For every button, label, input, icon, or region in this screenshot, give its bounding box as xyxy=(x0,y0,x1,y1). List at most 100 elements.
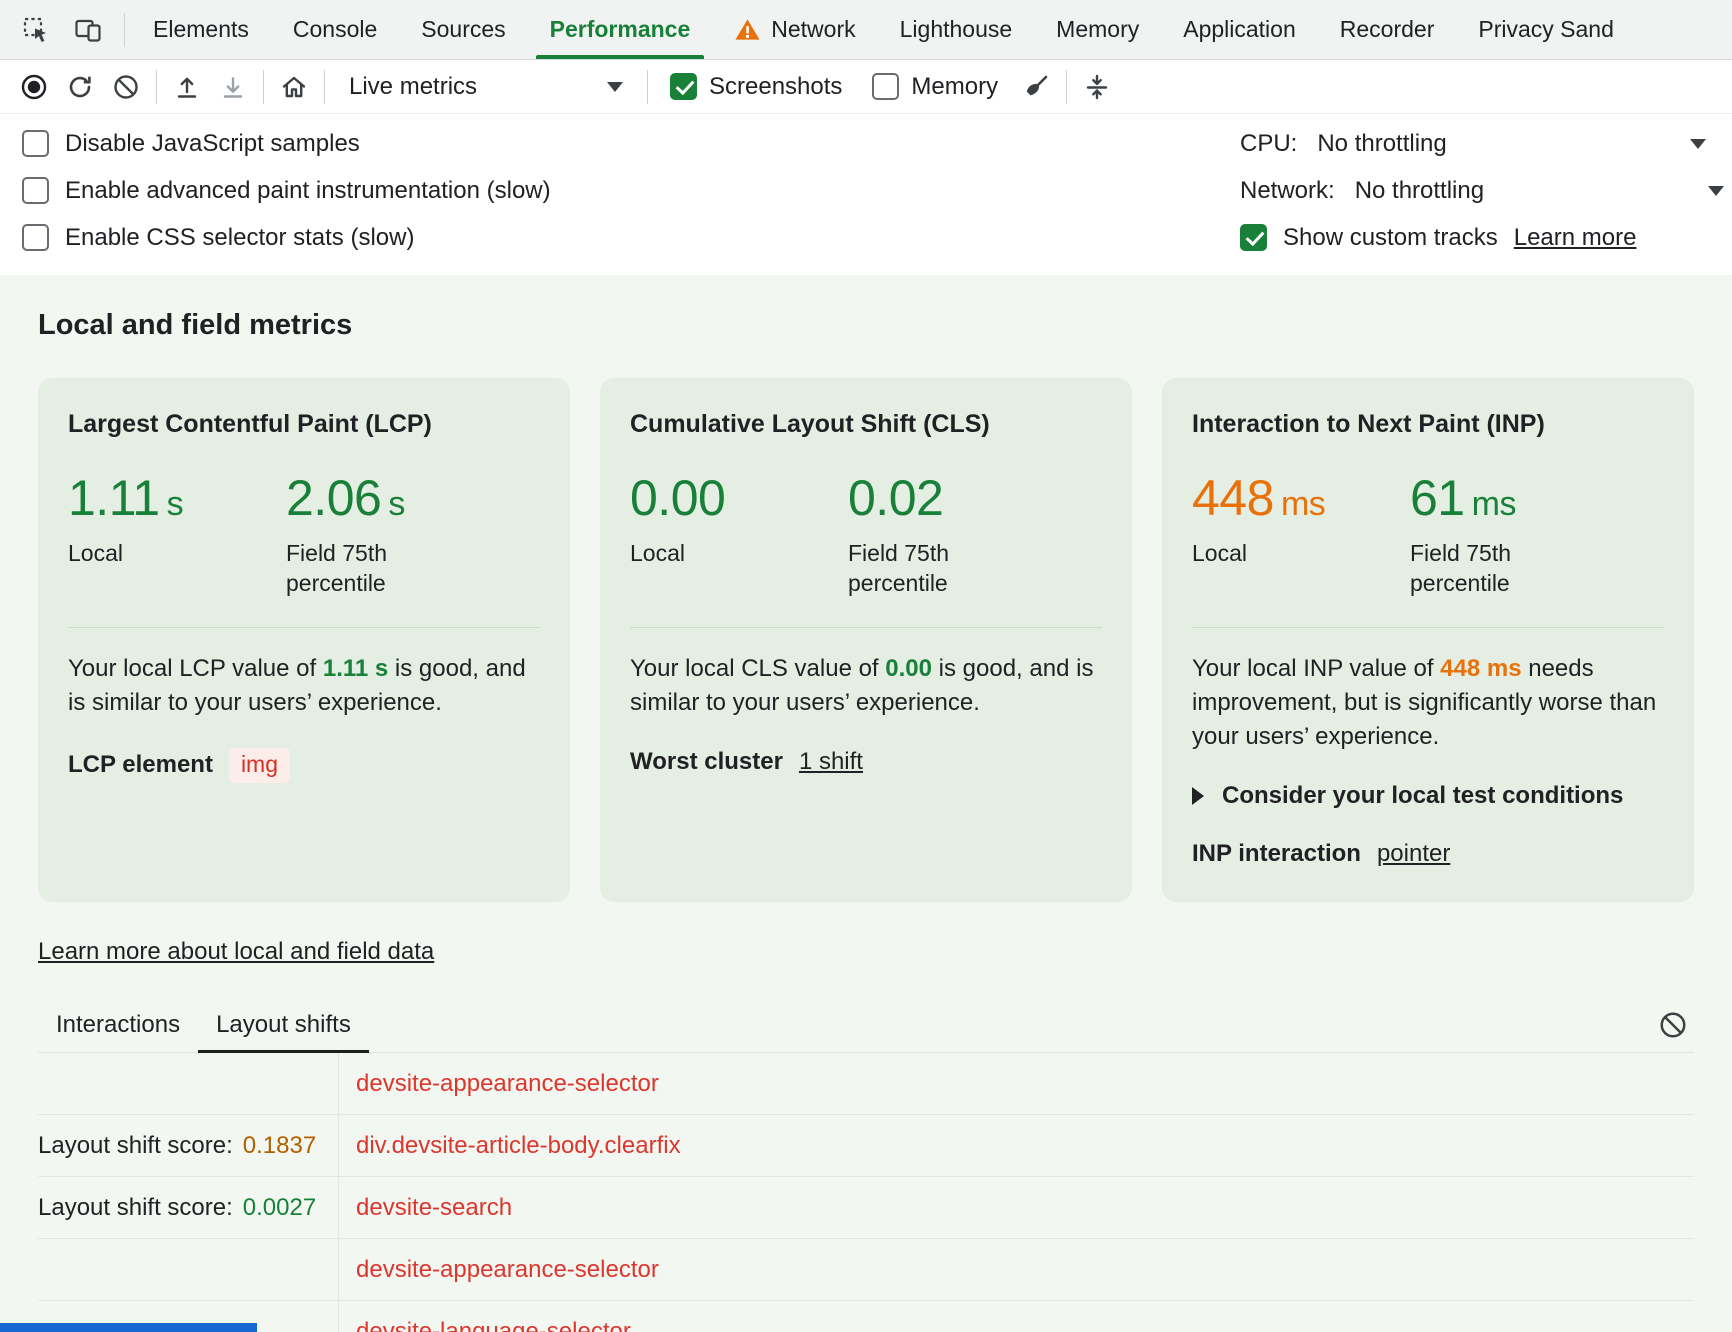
screenshots-label: Screenshots xyxy=(709,73,842,101)
shift-element-link[interactable]: devsite-language-selector xyxy=(356,1318,631,1332)
devtools-tab-bar: Elements Console Sources Performance Net… xyxy=(0,0,1732,60)
tab-label: Performance xyxy=(550,16,691,43)
tab-memory[interactable]: Memory xyxy=(1034,0,1161,59)
inp-local-column: 448ms Local xyxy=(1192,469,1410,599)
tab-lighthouse[interactable]: Lighthouse xyxy=(878,0,1035,59)
collect-garbage-button[interactable] xyxy=(1075,65,1119,109)
inp-card: Interaction to Next Paint (INP) 448ms Lo… xyxy=(1162,378,1694,902)
clear-cache-button[interactable] xyxy=(1014,65,1058,109)
layout-shift-row: devsite-appearance-selector xyxy=(38,1239,1694,1301)
inp-local-label: Local xyxy=(1192,539,1342,569)
disable-js-samples-checkbox[interactable]: Disable JavaScript samples xyxy=(22,120,1240,167)
lcp-local-label: Local xyxy=(68,539,218,569)
tab-performance[interactable]: Performance xyxy=(528,0,713,59)
tab-interactions[interactable]: Interactions xyxy=(38,998,198,1052)
tab-label: Application xyxy=(1183,16,1296,43)
inp-card-title: Interaction to Next Paint (INP) xyxy=(1192,410,1664,439)
checkbox-unchecked-icon xyxy=(22,130,49,157)
load-profile-button[interactable] xyxy=(165,65,209,109)
local-test-conditions-disclosure[interactable]: Consider your local test conditions xyxy=(1192,782,1664,810)
clear-log-button[interactable] xyxy=(1658,1010,1688,1040)
upload-icon xyxy=(173,73,201,101)
inp-field-label: Field 75th percentile xyxy=(1410,539,1560,599)
lcp-local-value: 1.11s xyxy=(68,469,286,527)
worst-cluster-label: Worst cluster xyxy=(630,748,783,776)
show-custom-tracks-row: Show custom tracks Learn more xyxy=(1240,214,1706,261)
memory-checkbox[interactable]: Memory xyxy=(858,73,1012,101)
history-select[interactable]: Live metrics xyxy=(333,65,639,109)
layout-shift-row: devsite-appearance-selector xyxy=(38,1053,1694,1115)
screenshots-checkbox[interactable]: Screenshots xyxy=(656,73,856,101)
advanced-paint-checkbox[interactable]: Enable advanced paint instrumentation (s… xyxy=(22,167,1240,214)
tab-label: Interactions xyxy=(56,1011,180,1038)
record-and-reload-button[interactable] xyxy=(58,65,102,109)
cpu-label: CPU: xyxy=(1240,130,1297,158)
lcp-element-label: LCP element xyxy=(68,751,213,779)
inp-local-value: 448ms xyxy=(1192,469,1410,527)
shift-element-link[interactable]: devsite-search xyxy=(356,1194,512,1222)
tab-console[interactable]: Console xyxy=(271,0,399,59)
css-selector-stats-checkbox[interactable]: Enable CSS selector stats (slow) xyxy=(22,214,1240,261)
tab-recorder[interactable]: Recorder xyxy=(1318,0,1457,59)
lcp-field-label: Field 75th percentile xyxy=(286,539,436,599)
divider xyxy=(324,70,325,104)
learn-more-field-data-link[interactable]: Learn more about local and field data xyxy=(38,938,434,966)
checkbox-checked-icon xyxy=(670,73,697,100)
tab-layout-shifts[interactable]: Layout shifts xyxy=(198,998,369,1052)
tab-label: Layout shifts xyxy=(216,1011,351,1038)
home-icon xyxy=(280,73,308,101)
lcp-values: 1.11s Local 2.06s Field 75th percentile xyxy=(68,469,540,599)
record-icon xyxy=(20,73,48,101)
triangle-right-icon xyxy=(1192,787,1204,805)
chevron-down-icon xyxy=(1708,186,1724,196)
checkbox-unchecked-icon xyxy=(22,224,49,251)
history-select-value: Live metrics xyxy=(349,73,477,101)
tab-label: Elements xyxy=(153,16,249,43)
divider xyxy=(263,70,264,104)
clear-button[interactable] xyxy=(104,65,148,109)
capture-settings: Disable JavaScript samples Enable advanc… xyxy=(0,114,1732,275)
inp-values: 448ms Local 61ms Field 75th percentile xyxy=(1192,469,1664,599)
tab-privacy-sandbox[interactable]: Privacy Sand xyxy=(1456,0,1636,59)
horizontal-scrollbar-thumb[interactable] xyxy=(0,1323,257,1332)
inp-interaction-row: INP interaction pointer xyxy=(1192,840,1664,868)
collect-garbage-icon xyxy=(1083,73,1111,101)
shift-element-link[interactable]: div.devsite-article-body.clearfix xyxy=(356,1132,681,1160)
device-toolbar-icon xyxy=(74,16,102,44)
record-button[interactable] xyxy=(12,65,56,109)
network-throttling-select[interactable]: Network: No throttling xyxy=(1240,167,1724,214)
metrics-heading: Local and field metrics xyxy=(38,309,1694,342)
tab-bar-tools xyxy=(0,0,118,59)
log-tab-bar: Interactions Layout shifts xyxy=(38,998,1694,1053)
tab-label: Console xyxy=(293,16,377,43)
cpu-throttling-select[interactable]: CPU: No throttling xyxy=(1240,120,1706,167)
lcp-element-chip[interactable]: img xyxy=(229,748,290,783)
tab-label: Recorder xyxy=(1340,16,1435,43)
show-custom-tracks-label: Show custom tracks xyxy=(1283,224,1498,252)
save-profile-button[interactable] xyxy=(211,65,255,109)
shift-element-link[interactable]: devsite-appearance-selector xyxy=(356,1256,659,1284)
lcp-description: Your local LCP value of 1.11 s is good, … xyxy=(68,652,540,720)
live-metrics-home-button[interactable] xyxy=(272,65,316,109)
inp-interaction-link[interactable]: pointer xyxy=(1377,840,1450,868)
tab-network[interactable]: Network xyxy=(712,0,877,59)
divider xyxy=(647,70,648,104)
chevron-down-icon xyxy=(607,82,623,92)
lcp-card: Largest Contentful Paint (LCP) 1.11s Loc… xyxy=(38,378,570,902)
tab-sources[interactable]: Sources xyxy=(399,0,527,59)
worst-cluster-link[interactable]: 1 shift xyxy=(799,748,863,776)
tab-elements[interactable]: Elements xyxy=(131,0,271,59)
show-custom-tracks-checkbox[interactable] xyxy=(1240,224,1267,251)
cls-field-label: Field 75th percentile xyxy=(848,539,998,599)
inspect-element-button[interactable] xyxy=(14,8,58,52)
tab-application[interactable]: Application xyxy=(1161,0,1318,59)
device-toolbar-button[interactable] xyxy=(66,8,110,52)
learn-more-link[interactable]: Learn more xyxy=(1514,224,1637,252)
lcp-local-column: 1.11s Local xyxy=(68,469,286,599)
lcp-element-row: LCP element img xyxy=(68,748,540,783)
tab-label: Sources xyxy=(421,16,505,43)
network-label: Network: xyxy=(1240,177,1335,205)
setting-label: Enable advanced paint instrumentation (s… xyxy=(65,177,551,205)
shift-element-link[interactable]: devsite-appearance-selector xyxy=(356,1070,659,1098)
setting-label: Enable CSS selector stats (slow) xyxy=(65,224,414,252)
